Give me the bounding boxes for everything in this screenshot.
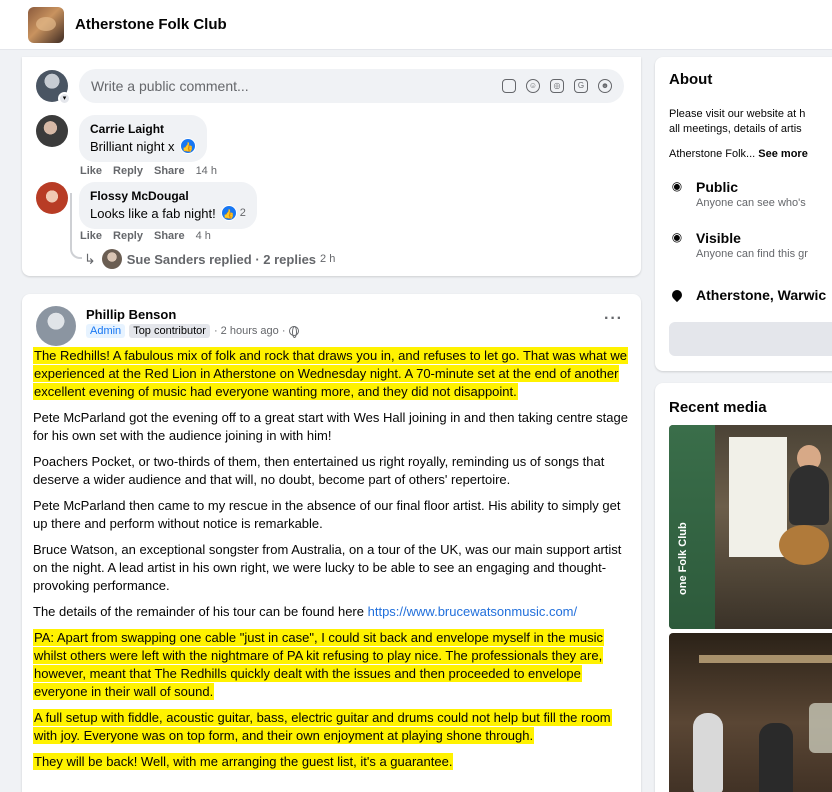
commenter-avatar[interactable] <box>36 182 68 214</box>
my-avatar[interactable]: ▾ <box>36 70 71 105</box>
commenter-name[interactable]: Carrie Laight <box>90 122 196 136</box>
like-reaction-icon[interactable]: 👍 <box>220 205 237 221</box>
globe-icon: ◉ <box>671 179 683 193</box>
globe-icon <box>288 326 299 338</box>
post-paragraph: The Redhills! A fabulous mix of folk and… <box>33 347 629 400</box>
recent-media-title: Recent media <box>669 399 767 416</box>
replies-time: 2 h <box>320 253 336 265</box>
see-more-link[interactable]: See more <box>758 148 808 160</box>
about-title: About <box>669 71 713 88</box>
like-reaction-icon[interactable]: 👍 <box>179 138 196 154</box>
privacy-public: ◉ Public Anyone can see who's <box>669 179 806 209</box>
learn-more-button[interactable] <box>669 322 832 356</box>
comment-composer: ▾ ☺ ◎ G ☻ <box>36 69 624 105</box>
post-card: Phillip Benson Admin Top contributor · 2… <box>22 294 641 792</box>
location-pin-icon <box>669 287 685 303</box>
reply-arrow-icon: ↳ <box>84 250 96 267</box>
like-button[interactable]: Like <box>80 165 102 177</box>
post-paragraph: Pete McParland got the evening off to a … <box>33 410 628 443</box>
chevron-down-icon[interactable]: ▾ <box>58 92 71 105</box>
comment-bubble: Flossy McDougal Looks like a fab night! 👍… <box>79 182 257 229</box>
comment-bubble: Carrie Laight Brilliant night x 👍 <box>79 115 207 162</box>
post-paragraph: The details of the remainder of his tour… <box>33 604 578 619</box>
gif-icon[interactable]: G <box>574 79 588 93</box>
comment-time[interactable]: 14 h <box>196 165 217 177</box>
comment-text: Looks like a fab night! 👍 2 <box>90 205 246 221</box>
about-card: About Please visit our website at h all … <box>655 57 832 371</box>
avatar-sticker-icon[interactable]: ☻ <box>598 79 612 93</box>
post-paragraph: PA: Apart from swapping one cable "just … <box>33 629 605 700</box>
comment-input[interactable] <box>91 78 502 94</box>
group-title[interactable]: Atherstone Folk Club <box>75 16 227 33</box>
share-button[interactable]: Share <box>154 230 185 242</box>
emoji-icon[interactable]: ☺ <box>526 79 540 93</box>
group-cover-thumbnail[interactable] <box>28 6 64 43</box>
post-meta-line: Admin Top contributor · 2 hours ago · <box>86 324 299 338</box>
post-paragraph: A full setup with fiddle, acoustic guita… <box>33 709 612 744</box>
comment-box[interactable]: ☺ ◎ G ☻ <box>79 69 624 103</box>
reply-button[interactable]: Reply <box>113 230 143 242</box>
banner-text: one Folk Club <box>677 522 689 595</box>
reaction-count[interactable]: 2 <box>240 207 246 219</box>
comment-item: Carrie Laight Brilliant night x 👍 <box>36 115 207 162</box>
share-button[interactable]: Share <box>154 165 185 177</box>
media-photo[interactable]: one Folk Club <box>669 425 832 629</box>
composer-tools: ☺ ◎ G ☻ <box>502 79 624 93</box>
comment-time[interactable]: 4 h <box>196 230 211 242</box>
top-contributor-badge[interactable]: Top contributor <box>129 324 210 338</box>
like-button[interactable]: Like <box>80 230 102 242</box>
reply-thread-line <box>70 193 82 259</box>
post-paragraph: Bruce Watson, an exceptional songster fr… <box>33 542 622 593</box>
commenter-avatar[interactable] <box>36 115 68 147</box>
comment-actions: Like Reply Share 4 h <box>80 230 211 242</box>
post-paragraph: Pete McParland then came to my rescue in… <box>33 498 621 531</box>
post-paragraph: Poachers Pocket, or two-thirds of them, … <box>33 454 605 487</box>
comments-card: ▾ ☺ ◎ G ☻ Carrie Laight Brilliant night … <box>22 57 641 276</box>
about-short-desc: Atherstone Folk... See more <box>669 148 808 160</box>
comment-actions: Like Reply Share 14 h <box>80 165 217 177</box>
recent-media-card: Recent media one Folk Club <box>655 383 832 792</box>
visibility-visible: ◉ Visible Anyone can find this gr <box>669 230 808 260</box>
admin-badge[interactable]: Admin <box>86 324 126 338</box>
tour-link[interactable]: https://www.brucewatsonmusic.com/ <box>368 604 578 619</box>
post-body: The Redhills! A fabulous mix of folk and… <box>33 347 633 779</box>
sticker-icon[interactable] <box>502 79 516 93</box>
post-author[interactable]: Phillip Benson <box>86 307 299 322</box>
post-paragraph: They will be back! Well, with me arrangi… <box>33 753 454 770</box>
camera-icon[interactable]: ◎ <box>550 79 564 93</box>
view-replies-link[interactable]: ↳ Sue Sanders replied · 2 replies 2 h <box>84 249 335 269</box>
group-header: Atherstone Folk Club <box>0 0 832 50</box>
about-description: Please visit our website at h all meetin… <box>669 108 806 135</box>
post-time[interactable]: · 2 hours ago · <box>214 325 286 337</box>
media-photo[interactable] <box>669 633 832 792</box>
eye-icon: ◉ <box>671 230 683 244</box>
replies-summary[interactable]: Sue Sanders replied · 2 replies <box>127 252 316 267</box>
commenter-name[interactable]: Flossy McDougal <box>90 189 246 203</box>
author-avatar[interactable] <box>36 306 76 346</box>
reply-button[interactable]: Reply <box>113 165 143 177</box>
replier-avatar <box>101 249 122 269</box>
comment-text: Brilliant night x 👍 <box>90 138 196 154</box>
group-location: Atherstone, Warwic <box>669 287 826 303</box>
post-meta: Phillip Benson Admin Top contributor · 2… <box>86 306 299 338</box>
more-options-icon[interactable]: ··· <box>604 310 623 328</box>
post-header: Phillip Benson Admin Top contributor · 2… <box>36 306 299 346</box>
